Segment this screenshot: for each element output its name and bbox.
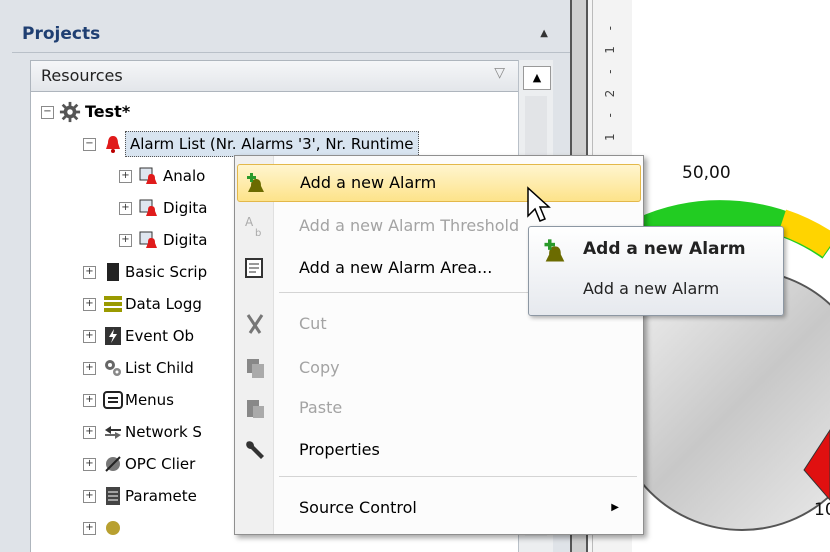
tree-item-basic-script[interactable]: + Basic Scrip <box>83 258 243 286</box>
cut-icon <box>246 314 264 334</box>
tree-item-alarm[interactable]: + Analo <box>119 162 249 190</box>
tree-item-opc-client[interactable]: + OPC Clier <box>83 450 243 478</box>
expand-icon[interactable]: + <box>83 522 96 535</box>
tree-item-label: Alarm List (Nr. Alarms '3', Nr. Runtime <box>125 131 419 157</box>
projects-header: Projects ▲ <box>12 10 570 53</box>
tree-item-label: Data Logg <box>125 295 202 313</box>
expand-icon[interactable]: + <box>83 330 96 343</box>
tree-root-label: Test* <box>85 102 131 121</box>
tooltip-title: Add a new Alarm <box>583 239 746 259</box>
expand-icon[interactable]: + <box>83 490 96 503</box>
svg-text:b: b <box>255 228 261 238</box>
tree-item-label: Digita <box>163 231 208 249</box>
copy-icon <box>247 359 264 378</box>
opc-icon <box>105 456 121 472</box>
tree-item-label: Menus <box>125 391 174 409</box>
menu-separator <box>279 476 637 477</box>
menu-item-properties[interactable]: Properties <box>237 432 639 468</box>
bell-icon <box>106 136 120 153</box>
context-menu: Add a new Alarm Ab Add a new Alarm Thres… <box>234 155 644 535</box>
parameter-icon <box>106 487 120 505</box>
tooltip: Add a new Alarm Add a new Alarm <box>528 226 784 316</box>
expand-icon[interactable]: + <box>83 266 96 279</box>
menu-item-label: Add a new Alarm <box>300 173 437 192</box>
tree-item-label: List Child <box>125 359 194 377</box>
tree-item-label: Event Ob <box>125 327 195 345</box>
expand-icon[interactable]: + <box>83 426 96 439</box>
alarm-item-icon <box>139 199 157 216</box>
menu-item-source-control[interactable]: Source Control ▶ <box>237 490 639 526</box>
alarm-area-icon <box>245 258 263 278</box>
tree-item-label: OPC Clier <box>125 455 196 473</box>
tree-item-data-logger[interactable]: + Data Logg <box>83 290 243 318</box>
add-alarm-icon <box>544 239 565 262</box>
tooltip-description: Add a new Alarm <box>583 279 720 298</box>
tree-root-item[interactable]: − Test* <box>37 98 337 126</box>
tree-item-list-child[interactable]: + List Child <box>83 354 243 382</box>
panel-title: Projects <box>22 24 101 44</box>
tree-item-network[interactable]: + Network S <box>83 418 243 446</box>
menu-item-copy[interactable]: Copy <box>237 350 639 386</box>
alarm-item-icon <box>139 231 157 248</box>
expand-icon[interactable]: + <box>83 458 96 471</box>
menu-item-label: Source Control <box>299 498 417 517</box>
menu-item-label: Paste <box>299 398 343 417</box>
tree-item-menus[interactable]: + Menus <box>83 386 243 414</box>
menu-item-label: Properties <box>299 440 380 459</box>
submenu-arrow-icon: ▶ <box>611 502 619 513</box>
expand-icon[interactable]: + <box>119 202 132 215</box>
add-alarm-icon <box>247 173 264 192</box>
expand-icon[interactable]: + <box>119 234 132 247</box>
expand-icon[interactable]: + <box>119 170 132 183</box>
resources-label: Resources <box>41 66 123 85</box>
tree-item-alarm[interactable]: + Digita <box>119 226 249 254</box>
filter-icon[interactable]: ▽ <box>494 65 505 81</box>
paste-icon <box>247 400 264 418</box>
alarm-item-icon <box>139 167 157 184</box>
menu-item-label: Cut <box>299 314 327 333</box>
menu-icon <box>103 391 123 409</box>
event-icon <box>105 327 121 345</box>
wrench-icon <box>246 441 264 459</box>
tree-item-partial[interactable]: + <box>83 514 143 542</box>
menu-item-label: Add a new Alarm Threshold <box>299 216 520 235</box>
collapse-panel-icon[interactable]: ▲ <box>540 28 548 39</box>
tree-item-parameters[interactable]: + Paramete <box>83 482 243 510</box>
gear-icon <box>106 521 120 535</box>
threshold-icon: Ab <box>245 215 261 238</box>
gauge-tick-label: 10 <box>814 500 830 520</box>
gear-icon <box>59 101 81 123</box>
collapse-icon[interactable]: − <box>41 106 54 119</box>
menu-item-label: Copy <box>299 358 340 377</box>
tree-item-label: Digita <box>163 199 208 217</box>
network-icon <box>105 426 121 439</box>
gears-icon <box>105 360 121 376</box>
expand-icon[interactable]: + <box>83 298 96 311</box>
script-icon <box>107 263 119 281</box>
tree-item-event-objects[interactable]: + Event Ob <box>83 322 243 350</box>
resources-header[interactable]: Resources ▽ <box>30 60 520 92</box>
scroll-up-button[interactable]: ▲ <box>523 66 551 90</box>
tree-item-label: Analo <box>163 167 206 185</box>
database-icon <box>104 296 122 312</box>
tree-item-label: Basic Scrip <box>125 263 208 281</box>
tree-item-label: Paramete <box>125 487 197 505</box>
expand-icon[interactable]: + <box>83 394 96 407</box>
menu-item-add-alarm[interactable]: Add a new Alarm <box>237 164 641 202</box>
expand-icon[interactable]: + <box>83 362 96 375</box>
collapse-icon[interactable]: − <box>83 138 96 151</box>
tree-item-alarm-list[interactable]: − Alarm List (Nr. Alarms '3', Nr. Runtim… <box>83 130 513 158</box>
tree-item-alarm[interactable]: + Digita <box>119 194 249 222</box>
menu-item-label: Add a new Alarm Area... <box>299 258 493 277</box>
tree-item-label: Network S <box>125 423 202 441</box>
menu-item-paste[interactable]: Paste <box>237 390 639 426</box>
mouse-cursor-icon <box>527 186 551 222</box>
gauge-value: 50,00 <box>682 163 731 183</box>
svg-text:A: A <box>245 215 254 229</box>
